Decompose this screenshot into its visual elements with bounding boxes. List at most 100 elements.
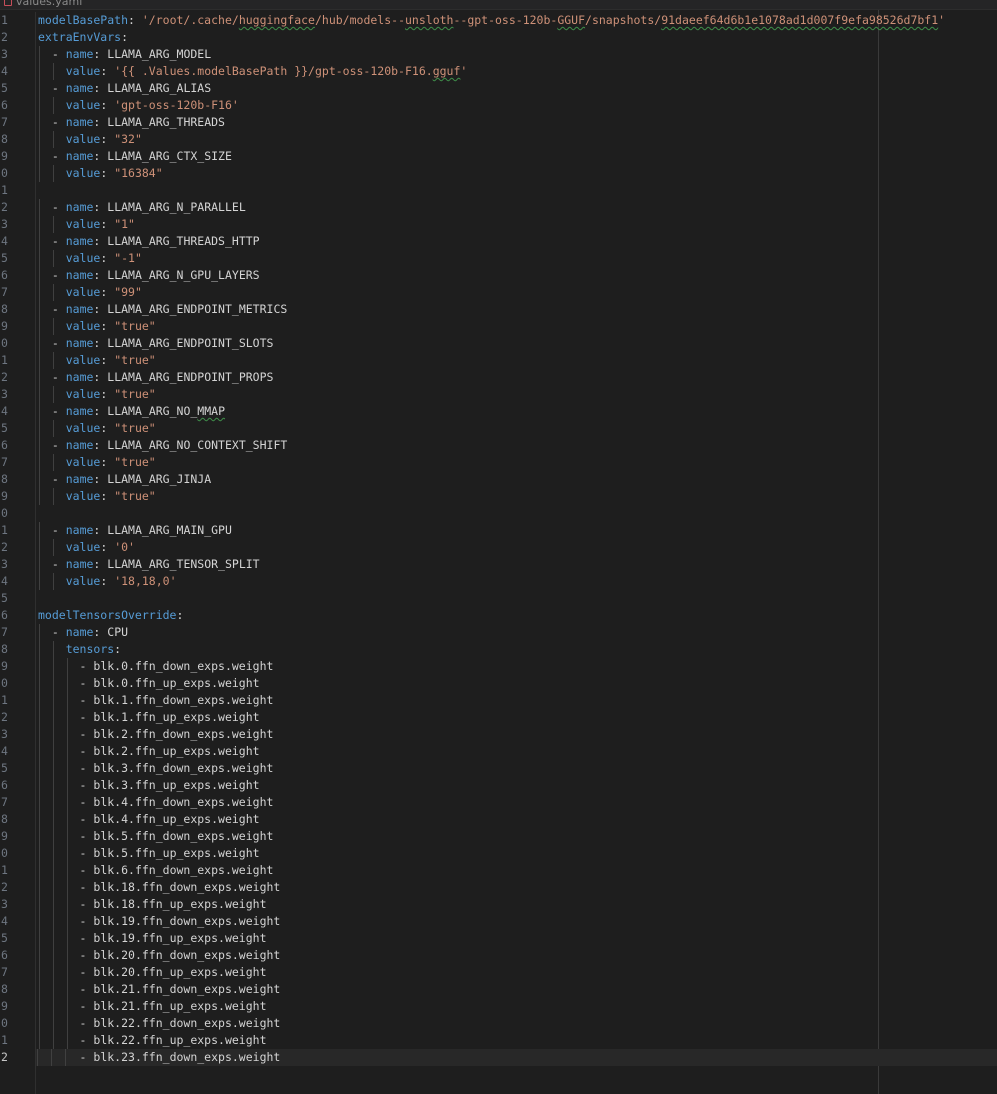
code-line[interactable]: - blk.5.ffn_up_exps.weight <box>38 845 997 862</box>
yaml-separator: : <box>100 132 115 146</box>
indent-guide <box>39 267 40 284</box>
list-dash: - <box>79 999 94 1013</box>
code-line[interactable]: - blk.21.ffn_up_exps.weight <box>38 998 997 1015</box>
code-line[interactable]: value: '18,18,0' <box>38 573 997 590</box>
yaml-key: value <box>65 489 101 503</box>
code-line[interactable]: - blk.22.ffn_down_exps.weight <box>38 1015 997 1032</box>
indent-guide <box>39 46 40 63</box>
code-line[interactable]: - name: LLAMA_ARG_NO_MMAP <box>38 403 997 420</box>
code-line[interactable]: - blk.2.ffn_down_exps.weight <box>38 726 997 743</box>
code-line[interactable]: value: "16384" <box>38 165 997 182</box>
code-line[interactable]: value: "99" <box>38 284 997 301</box>
indent-guide <box>39 80 40 97</box>
yaml-key: name <box>65 268 94 282</box>
code-line[interactable]: - name: LLAMA_ARG_MAIN_GPU <box>38 522 997 539</box>
code-line[interactable]: value: "true" <box>38 454 997 471</box>
code-line[interactable]: - name: LLAMA_ARG_MODEL <box>38 46 997 63</box>
code-line[interactable]: - name: LLAMA_ARG_JINJA <box>38 471 997 488</box>
code-editor[interactable]: values.yaml 1 2 3 4 5 6 7 8 9 0 1 2 3 4 5 6 7 8 9 0 1 2 3 4 5 6 7 8… <box>0 0 997 1094</box>
code-line[interactable]: modelTensorsOverride: <box>38 607 997 624</box>
code-line[interactable]: value: "true" <box>38 352 997 369</box>
code-line[interactable]: tensors: <box>38 641 997 658</box>
code-line[interactable]: - name: LLAMA_ARG_CTX_SIZE <box>38 148 997 165</box>
yaml-key: value <box>65 217 101 231</box>
code-line[interactable]: - blk.21.ffn_down_exps.weight <box>38 981 997 998</box>
code-line[interactable]: - blk.2.ffn_up_exps.weight <box>38 743 997 760</box>
code-line[interactable]: - name: LLAMA_ARG_ENDPOINT_PROPS <box>38 369 997 386</box>
code-line[interactable] <box>38 505 997 522</box>
yaml-key: name <box>65 336 94 350</box>
code-line[interactable]: - blk.19.ffn_down_exps.weight <box>38 913 997 930</box>
code-line[interactable]: - name: LLAMA_ARG_ALIAS <box>38 80 997 97</box>
code-line[interactable]: value: "true" <box>38 386 997 403</box>
code-line[interactable]: - blk.4.ffn_up_exps.weight <box>38 811 997 828</box>
indent-guide <box>39 811 40 828</box>
line-number: 7 <box>1 965 8 979</box>
list-dash: - <box>79 744 94 758</box>
code-line[interactable]: value: '{{ .Values.modelBasePath }}/gpt-… <box>38 63 997 80</box>
code-line[interactable]: - blk.3.ffn_up_exps.weight <box>38 777 997 794</box>
code-line[interactable]: - blk.19.ffn_up_exps.weight <box>38 930 997 947</box>
code-line[interactable]: extraEnvVars: <box>38 29 997 46</box>
code-line[interactable]: - name: LLAMA_ARG_N_GPU_LAYERS <box>38 267 997 284</box>
yaml-key: name <box>65 81 94 95</box>
code-line[interactable]: - name: LLAMA_ARG_N_PARALLEL <box>38 199 997 216</box>
code-line[interactable]: value: '0' <box>38 539 997 556</box>
code-line[interactable]: - blk.3.ffn_down_exps.weight <box>38 760 997 777</box>
code-line[interactable]: - blk.5.ffn_down_exps.weight <box>38 828 997 845</box>
yaml-value: "true" <box>114 489 156 503</box>
code-line[interactable]: - name: LLAMA_ARG_TENSOR_SPLIT <box>38 556 997 573</box>
code-line[interactable]: - blk.22.ffn_up_exps.weight <box>38 1032 997 1049</box>
yaml-key: value <box>65 421 101 435</box>
indent-guide <box>53 964 54 981</box>
code-line[interactable] <box>38 590 997 607</box>
line-number: 6 <box>1 438 8 452</box>
code-line[interactable]: value: "true" <box>38 318 997 335</box>
line-number: 4 <box>1 64 8 78</box>
code-line[interactable]: - blk.0.ffn_down_exps.weight <box>38 658 997 675</box>
code-line[interactable]: - blk.18.ffn_up_exps.weight <box>38 896 997 913</box>
indent-guide <box>39 1015 40 1032</box>
yaml-value: blk.21.ffn_down_exps.weight <box>93 982 281 996</box>
code-line[interactable]: - name: LLAMA_ARG_ENDPOINT_METRICS <box>38 301 997 318</box>
line-number: 9 <box>1 999 8 1013</box>
spelling-squiggle: gguf <box>432 64 461 78</box>
code-line[interactable]: - blk.18.ffn_down_exps.weight <box>38 879 997 896</box>
code-line[interactable]: value: 'gpt-oss-120b-F16' <box>38 97 997 114</box>
list-dash: - <box>79 948 94 962</box>
yaml-key: name <box>65 115 94 129</box>
editor-tab[interactable]: values.yaml <box>0 0 90 9</box>
indent-guide <box>53 352 54 369</box>
indent-guide <box>39 233 40 250</box>
list-dash: - <box>79 676 94 690</box>
code-line[interactable]: - blk.1.ffn_down_exps.weight <box>38 692 997 709</box>
line-number: 0 <box>1 506 8 520</box>
code-area[interactable]: modelBasePath: '/root/.cache/huggingface… <box>36 12 997 1066</box>
yaml-value: "32" <box>114 132 142 146</box>
code-line[interactable]: - name: LLAMA_ARG_NO_CONTEXT_SHIFT <box>38 437 997 454</box>
yaml-value: LLAMA_ARG_N_PARALLEL <box>107 200 246 214</box>
code-line[interactable]: - name: LLAMA_ARG_THREADS <box>38 114 997 131</box>
yaml-separator: : <box>176 608 184 622</box>
code-line[interactable]: - name: LLAMA_ARG_ENDPOINT_SLOTS <box>38 335 997 352</box>
code-line[interactable]: value: "true" <box>38 488 997 505</box>
code-line[interactable]: - name: CPU <box>38 624 997 641</box>
code-line[interactable]: - blk.23.ffn_down_exps.weight <box>36 1049 997 1066</box>
yaml-value: blk.22.ffn_down_exps.weight <box>93 1016 281 1030</box>
code-line[interactable]: value: "-1" <box>38 250 997 267</box>
line-number: 3 <box>1 217 8 231</box>
code-line[interactable]: - blk.4.ffn_down_exps.weight <box>38 794 997 811</box>
code-line[interactable]: - blk.20.ffn_down_exps.weight <box>38 947 997 964</box>
code-line[interactable]: - blk.0.ffn_up_exps.weight <box>38 675 997 692</box>
code-line[interactable]: value: "32" <box>38 131 997 148</box>
code-line[interactable]: - blk.6.ffn_down_exps.weight <box>38 862 997 879</box>
indent-guide <box>39 998 40 1015</box>
code-line[interactable]: modelBasePath: '/root/.cache/huggingface… <box>38 12 997 29</box>
code-line[interactable]: - blk.20.ffn_up_exps.weight <box>38 964 997 981</box>
code-line[interactable]: - name: LLAMA_ARG_THREADS_HTTP <box>38 233 997 250</box>
list-dash: - <box>51 370 66 384</box>
code-line[interactable]: value: "true" <box>38 420 997 437</box>
code-line[interactable]: value: "1" <box>38 216 997 233</box>
code-line[interactable]: - blk.1.ffn_up_exps.weight <box>38 709 997 726</box>
code-line[interactable] <box>38 182 997 199</box>
